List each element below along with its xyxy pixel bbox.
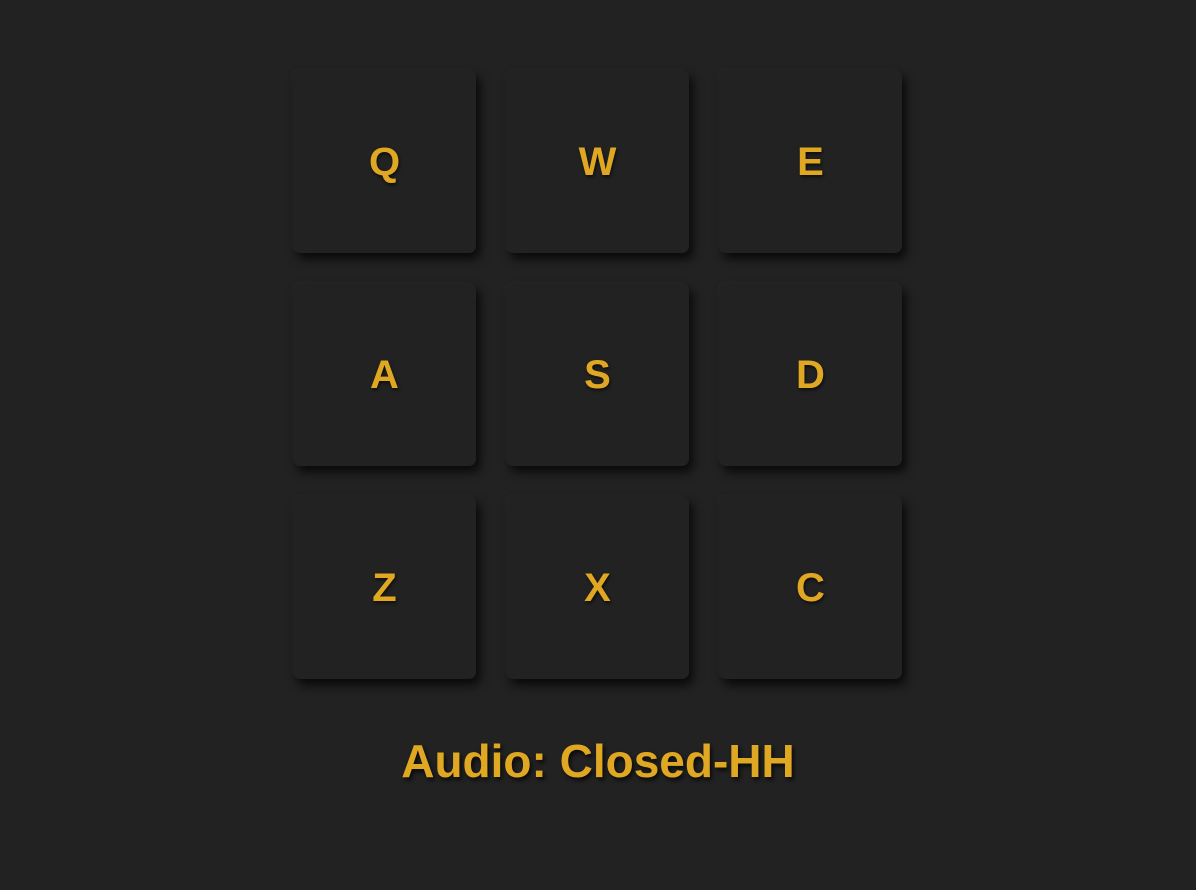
drum-pad-label: D bbox=[796, 352, 825, 397]
drum-pad-label: Z bbox=[372, 565, 397, 610]
drum-pad-e[interactable]: E bbox=[719, 70, 902, 253]
drum-pad-w[interactable]: W bbox=[506, 70, 689, 253]
drum-pad-d[interactable]: D bbox=[719, 283, 902, 466]
drum-pad-s[interactable]: S bbox=[506, 283, 689, 466]
drum-pad-a[interactable]: A bbox=[293, 283, 476, 466]
drum-machine: Q W E A S D Z X C Audio: Closed-HH bbox=[0, 0, 1196, 890]
drum-pad-c[interactable]: C bbox=[719, 496, 902, 679]
drum-pad-label: Q bbox=[368, 139, 401, 184]
drum-pad-label: C bbox=[796, 565, 825, 610]
drum-pad-label: X bbox=[584, 565, 611, 610]
drum-pad-z[interactable]: Z bbox=[293, 496, 476, 679]
drum-pad-label: W bbox=[578, 139, 617, 184]
drum-pad-label: S bbox=[584, 352, 611, 397]
drum-pad-q[interactable]: Q bbox=[293, 70, 476, 253]
drum-pad-x[interactable]: X bbox=[506, 496, 689, 679]
drum-pad-grid: Q W E A S D Z X C bbox=[293, 70, 902, 679]
drum-pad-label: E bbox=[797, 139, 824, 184]
drum-pad-label: A bbox=[370, 352, 399, 397]
audio-display: Audio: Closed-HH bbox=[401, 735, 795, 787]
